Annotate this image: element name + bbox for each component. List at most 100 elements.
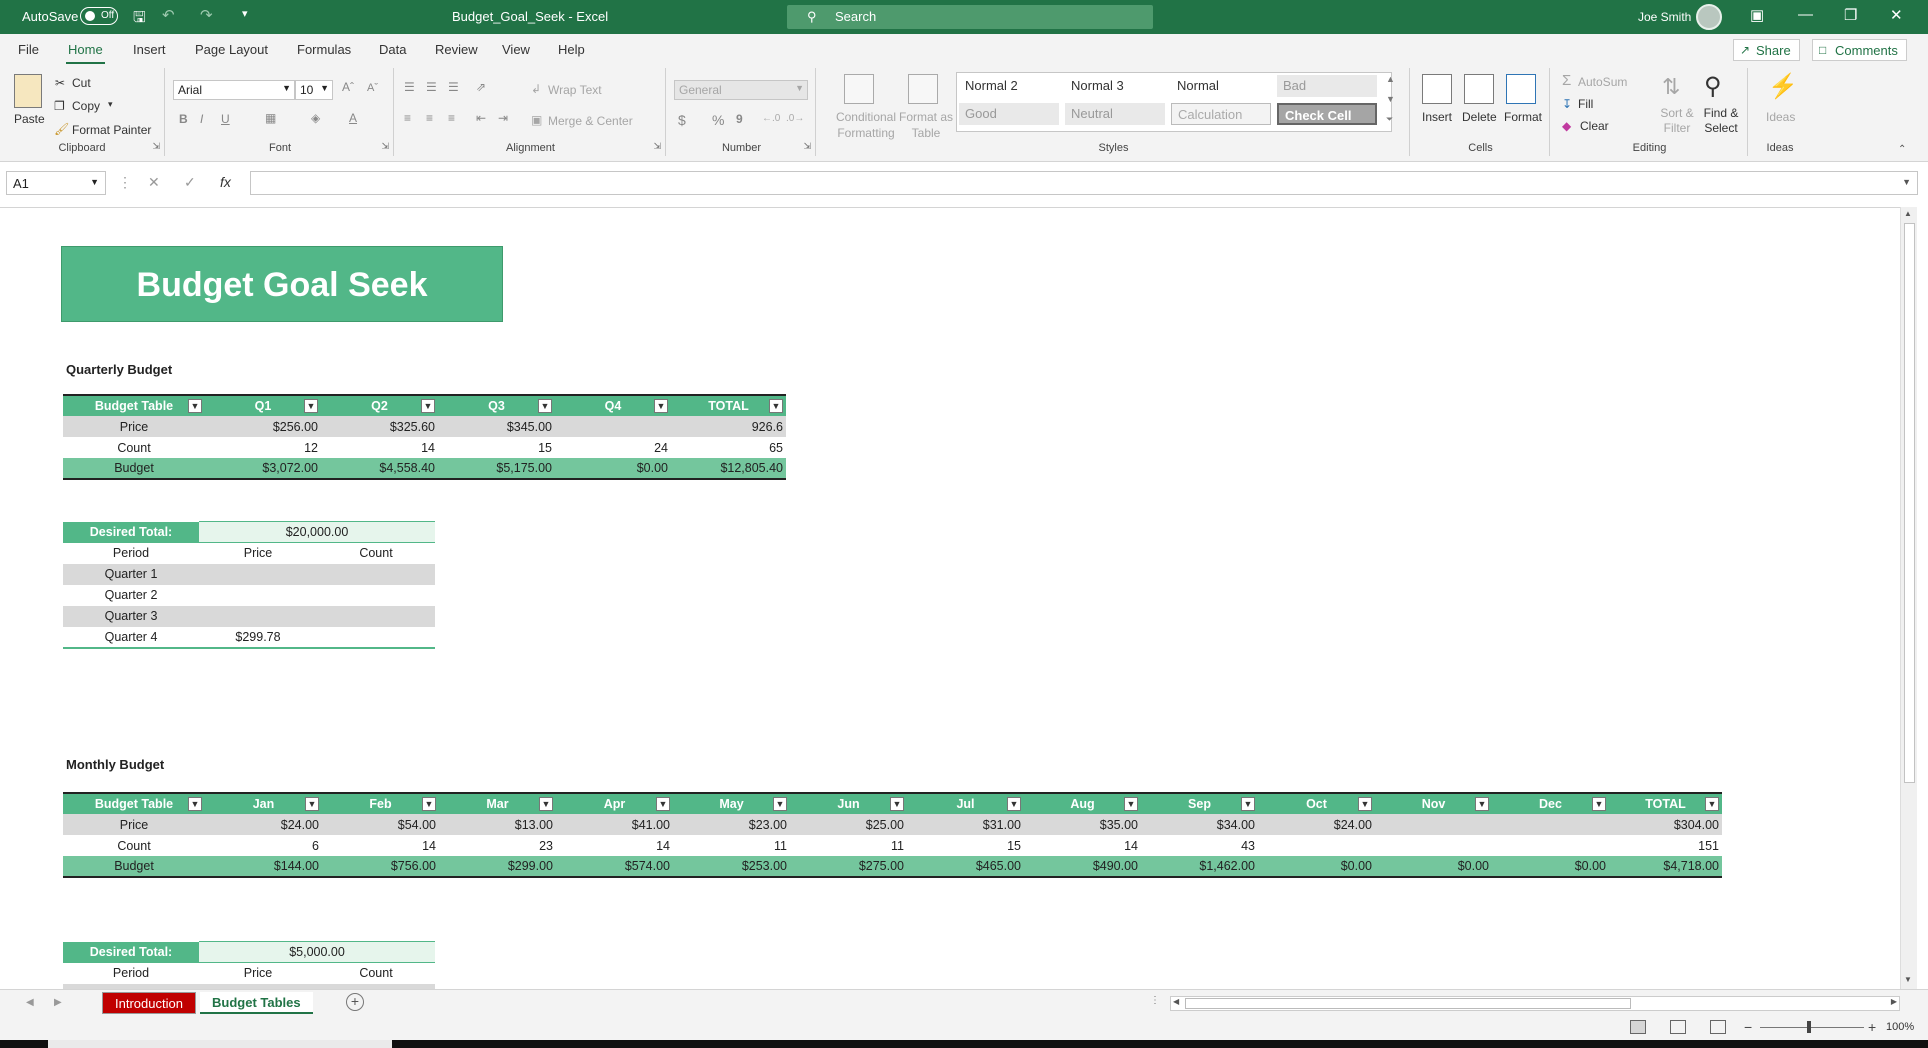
page-layout-view-icon[interactable] [1670,1020,1686,1034]
align-right-icon[interactable]: ≡ [448,111,455,125]
column-header[interactable]: Count [317,962,435,984]
scroll-left-icon[interactable]: ◀ [1173,997,1179,1006]
expand-formula-icon[interactable]: ▼ [1902,177,1911,187]
table-cell[interactable]: $34.00 [1141,814,1258,835]
column-header[interactable]: Aug ▼ [1024,792,1141,814]
desired-total-label[interactable]: Desired Total: [63,521,199,543]
scroll-down-icon[interactable]: ▼ [1904,975,1912,984]
normal-view-icon[interactable] [1630,1020,1646,1034]
table-cell[interactable] [317,605,435,627]
filter-dropdown-icon[interactable]: ▼ [1475,797,1489,811]
table-cell[interactable]: 15 [438,437,555,458]
increase-decimal-icon[interactable]: ←.0 [762,113,780,124]
table-cell[interactable]: 65 [671,437,786,458]
decrease-font-icon[interactable]: Aˇ [367,82,378,94]
menu-help[interactable]: Help [558,42,585,57]
horizontal-scrollbar[interactable]: ◀ ▶ [1170,996,1900,1011]
number-launcher-icon[interactable]: ⇲ [803,141,811,152]
bold-button[interactable]: B [179,112,188,126]
tab-split-icon[interactable]: ⋮ [1150,995,1160,1006]
next-sheet-icon[interactable]: ▶ [54,997,62,1008]
fill-color-icon[interactable]: ◈ [311,111,320,125]
menu-page-layout[interactable]: Page Layout [195,42,268,57]
column-header[interactable]: Jan ▼ [205,792,322,814]
style-neutral[interactable]: Neutral [1065,103,1165,125]
table-cell[interactable]: $0.00 [1492,856,1609,878]
column-header[interactable]: TOTAL ▼ [1609,792,1722,814]
currency-button[interactable]: $ [678,112,686,128]
fill-button[interactable]: Fill [1578,97,1593,111]
user-avatar[interactable] [1696,4,1722,30]
column-header[interactable]: Nov ▼ [1375,792,1492,814]
column-header[interactable]: Period [63,962,199,984]
desired-total-value[interactable]: $20,000.00 [199,521,435,543]
desired-total-value[interactable]: $5,000.00 [199,941,435,963]
table-cell[interactable]: 23 [439,835,556,856]
sort-filter-button[interactable]: Sort & Filter [1656,106,1698,136]
scroll-up-icon[interactable]: ▲ [1904,209,1912,218]
table-cell[interactable]: Count [63,437,205,458]
table-cell[interactable] [317,584,435,606]
table-cell[interactable]: 14 [322,835,439,856]
column-header[interactable]: Period [63,542,199,564]
filter-dropdown-icon[interactable]: ▼ [656,797,670,811]
table-cell[interactable]: $304.00 [1609,814,1722,835]
worksheet-area[interactable]: Budget Goal Seek Quarterly Budget Budget… [0,207,1900,989]
column-header[interactable]: Jul ▼ [907,792,1024,814]
filter-dropdown-icon[interactable]: ▼ [654,399,668,413]
column-header[interactable]: Count [317,542,435,564]
filter-dropdown-icon[interactable]: ▼ [1705,797,1719,811]
column-header[interactable]: Budget Table ▼ [63,792,205,814]
table-cell[interactable]: $13.00 [439,814,556,835]
copy-button[interactable]: Copy [72,99,100,113]
table-cell[interactable] [1375,835,1492,856]
column-header[interactable]: Q2 ▼ [321,394,438,416]
table-cell[interactable] [1375,814,1492,835]
filter-dropdown-icon[interactable]: ▼ [890,797,904,811]
table-cell[interactable]: Quarter 4 [63,626,199,649]
style-bad[interactable]: Bad [1277,75,1377,97]
table-cell[interactable]: $1,462.00 [1141,856,1258,878]
menu-view[interactable]: View [502,42,530,57]
undo-icon[interactable]: ↶ [162,6,175,24]
number-format-dropdown[interactable]: General ▼ [674,80,808,100]
underline-button[interactable]: U [221,112,230,126]
zoom-level[interactable]: 100% [1886,1021,1914,1033]
sheet-tab-budget-tables[interactable]: Budget Tables [200,992,313,1014]
column-header[interactable]: TOTAL ▼ [671,394,786,416]
decrease-indent-icon[interactable]: ⇤ [476,111,486,125]
share-button[interactable]: ↗ Share [1733,39,1800,61]
table-cell[interactable]: $490.00 [1024,856,1141,878]
format-painter-icon[interactable]: 🖌 [54,122,69,136]
autosum-icon[interactable]: Σ [1562,72,1571,89]
font-launcher-icon[interactable]: ⇲ [381,141,389,152]
style-normal[interactable]: Normal [1171,75,1271,97]
filter-dropdown-icon[interactable]: ▼ [769,399,783,413]
comments-button[interactable]: □ Comments [1812,39,1907,61]
table-cell[interactable]: $756.00 [322,856,439,878]
copy-dropdown-icon[interactable]: ▾ [108,99,113,110]
filter-dropdown-icon[interactable]: ▼ [1592,797,1606,811]
merge-center-button[interactable]: Merge & Center [548,114,633,128]
autosum-button[interactable]: AutoSum [1578,75,1627,89]
filter-dropdown-icon[interactable]: ▼ [304,399,318,413]
increase-font-icon[interactable]: Aˆ [342,80,354,94]
scroll-thumb[interactable] [1185,998,1631,1009]
insert-function-icon[interactable]: fx [220,174,231,190]
conditional-formatting-button[interactable]: Conditional Formatting [824,109,908,141]
gallery-up-icon[interactable]: ▲ [1386,74,1395,84]
cut-icon[interactable]: ✂ [55,76,65,90]
format-cells-icon[interactable] [1506,74,1536,104]
table-cell[interactable]: 151 [1609,835,1722,856]
borders-icon[interactable]: ▦ [265,111,276,125]
formula-input[interactable]: ▼ [250,171,1918,195]
monthly-budget-table[interactable]: Budget Table ▼ Jan ▼ Feb ▼ Mar ▼ Apr ▼ May ▼ Jun ▼ Jul… [63,792,1722,878]
filter-dropdown-icon[interactable]: ▼ [773,797,787,811]
table-cell[interactable]: Quarter 3 [63,605,199,627]
table-cell[interactable] [1492,814,1609,835]
filter-dropdown-icon[interactable]: ▼ [422,797,436,811]
table-cell[interactable]: 14 [1024,835,1141,856]
column-header[interactable]: Price [199,542,317,564]
table-cell[interactable]: $12,805.40 [671,458,786,480]
find-icon[interactable]: ⚲ [1704,72,1722,101]
